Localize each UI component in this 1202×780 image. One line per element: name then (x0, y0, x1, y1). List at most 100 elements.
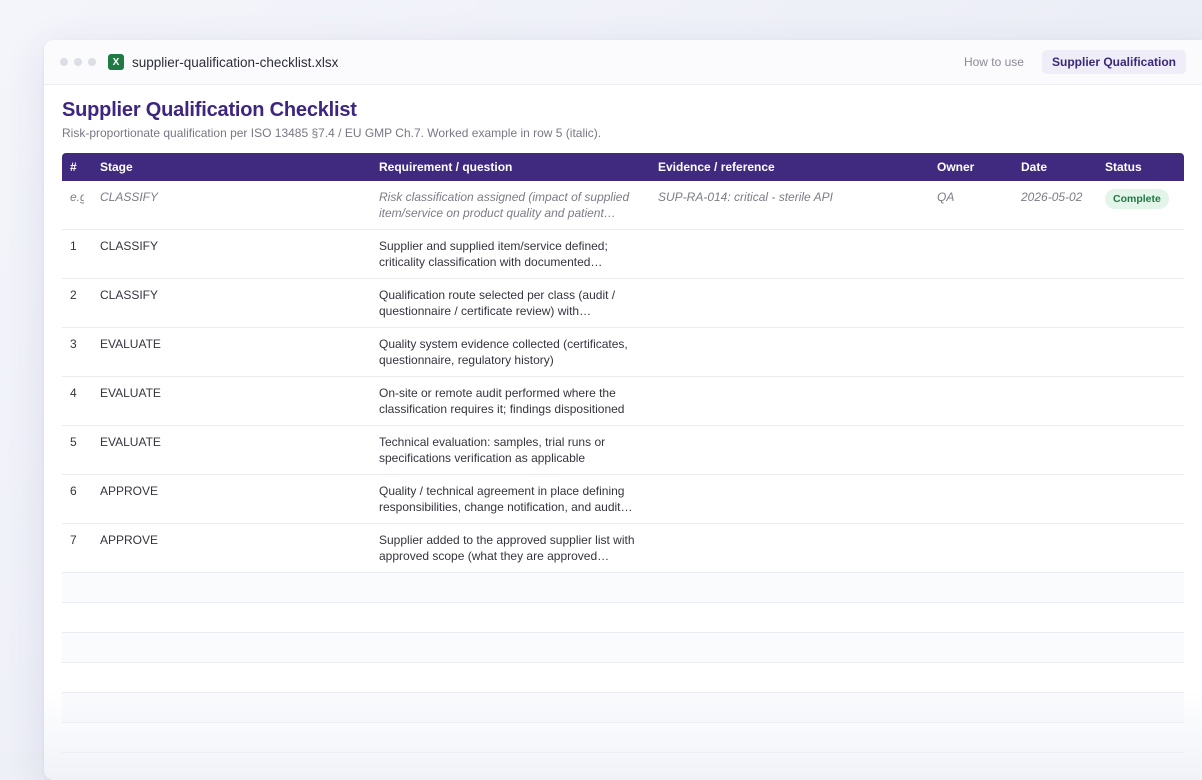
cell-stage[interactable]: APPROVE (92, 475, 371, 524)
close-dot-icon[interactable] (60, 58, 68, 66)
empty-row (62, 693, 1184, 723)
cell-number[interactable]: e.g. (62, 181, 92, 230)
cell-requirement[interactable]: Technical evaluation: samples, trial run… (371, 426, 650, 475)
empty-cell[interactable] (62, 603, 1184, 633)
cell-owner[interactable] (929, 426, 1013, 475)
sheet-title: Supplier Qualification Checklist (62, 99, 1196, 122)
empty-cell[interactable] (62, 633, 1184, 663)
cell-evidence[interactable] (650, 475, 929, 524)
column-header-status[interactable]: Status (1097, 153, 1184, 181)
cell-status[interactable] (1097, 475, 1184, 524)
cell-stage[interactable]: CLASSIFY (92, 279, 371, 328)
cell-owner[interactable] (929, 279, 1013, 328)
cell-owner[interactable] (929, 230, 1013, 279)
cell-owner[interactable] (929, 524, 1013, 573)
empty-row (62, 663, 1184, 693)
empty-cell[interactable] (62, 573, 1184, 603)
cell-requirement[interactable]: Quality / technical agreement in place d… (371, 475, 650, 524)
column-header-date[interactable]: Date (1013, 153, 1097, 181)
requirement-text: Supplier and supplied item/service defin… (379, 238, 642, 270)
cell-number[interactable]: 5 (62, 426, 92, 475)
example-requirement: Risk classification assigned (impact of … (379, 189, 642, 221)
title-bar: X supplier-qualification-checklist.xlsx … (44, 40, 1202, 85)
cell-evidence[interactable] (650, 279, 929, 328)
window-controls (60, 58, 96, 66)
cell-evidence[interactable] (650, 328, 929, 377)
cell-evidence[interactable] (650, 377, 929, 426)
cell-requirement[interactable]: Risk classification assigned (impact of … (371, 181, 650, 230)
cell-status[interactable] (1097, 328, 1184, 377)
minimize-dot-icon[interactable] (74, 58, 82, 66)
cell-requirement[interactable]: On-site or remote audit performed where … (371, 377, 650, 426)
maximize-dot-icon[interactable] (88, 58, 96, 66)
empty-row (62, 633, 1184, 663)
cell-owner[interactable] (929, 377, 1013, 426)
tab-how-to-use[interactable]: How to use (954, 50, 1034, 74)
status-badge: Complete (1105, 189, 1169, 209)
cell-number[interactable]: 1 (62, 230, 92, 279)
cell-owner[interactable] (929, 475, 1013, 524)
cell-requirement[interactable]: Qualification route selected per class (… (371, 279, 650, 328)
empty-row (62, 573, 1184, 603)
cell-evidence[interactable] (650, 230, 929, 279)
cell-status[interactable] (1097, 377, 1184, 426)
requirement-text: Supplier added to the approved supplier … (379, 532, 642, 564)
cell-requirement[interactable]: Supplier and supplied item/service defin… (371, 230, 650, 279)
cell-number[interactable]: 4 (62, 377, 92, 426)
table-row: 1 CLASSIFY Supplier and supplied item/se… (62, 230, 1184, 279)
cell-stage[interactable]: EVALUATE (92, 426, 371, 475)
cell-requirement[interactable]: Supplier added to the approved supplier … (371, 524, 650, 573)
empty-cell[interactable] (62, 663, 1184, 693)
cell-stage[interactable]: EVALUATE (92, 377, 371, 426)
sheet-tabs: How to use Supplier Qualification (954, 50, 1186, 74)
cell-date[interactable] (1013, 279, 1097, 328)
cell-evidence[interactable]: SUP-RA-014: critical - sterile API (650, 181, 929, 230)
cell-date[interactable] (1013, 328, 1097, 377)
cell-stage[interactable]: APPROVE (92, 524, 371, 573)
table-row: 7 APPROVE Supplier added to the approved… (62, 524, 1184, 573)
cell-date[interactable] (1013, 377, 1097, 426)
cell-number[interactable]: 3 (62, 328, 92, 377)
tab-supplier-qualification[interactable]: Supplier Qualification (1042, 50, 1186, 74)
example-number: e.g. (70, 189, 84, 205)
column-header-number[interactable]: # (62, 153, 92, 181)
empty-cell[interactable] (62, 723, 1184, 753)
column-header-evidence[interactable]: Evidence / reference (650, 153, 929, 181)
cell-status[interactable] (1097, 230, 1184, 279)
sheet-content: Supplier Qualification Checklist Risk-pr… (44, 85, 1202, 753)
example-row: e.g. CLASSIFY Risk classification assign… (62, 181, 1184, 230)
cell-date[interactable] (1013, 426, 1097, 475)
cell-owner[interactable] (929, 328, 1013, 377)
requirement-text: On-site or remote audit performed where … (379, 385, 642, 417)
cell-evidence[interactable] (650, 524, 929, 573)
checklist-table: # Stage Requirement / question Evidence … (62, 153, 1184, 753)
cell-number[interactable]: 7 (62, 524, 92, 573)
sheet-subtitle: Risk-proportionate qualification per ISO… (62, 126, 1196, 140)
cell-date[interactable] (1013, 475, 1097, 524)
cell-date[interactable] (1013, 230, 1097, 279)
cell-requirement[interactable]: Quality system evidence collected (certi… (371, 328, 650, 377)
column-header-requirement[interactable]: Requirement / question (371, 153, 650, 181)
column-header-owner[interactable]: Owner (929, 153, 1013, 181)
cell-stage[interactable]: EVALUATE (92, 328, 371, 377)
cell-owner[interactable]: QA (929, 181, 1013, 230)
cell-status[interactable] (1097, 524, 1184, 573)
cell-status[interactable]: Complete (1097, 181, 1184, 230)
cell-stage[interactable]: CLASSIFY (92, 230, 371, 279)
cell-status[interactable] (1097, 426, 1184, 475)
excel-file-icon: X (108, 54, 124, 70)
cell-number[interactable]: 6 (62, 475, 92, 524)
cell-number[interactable]: 2 (62, 279, 92, 328)
table-row: 4 EVALUATE On-site or remote audit perfo… (62, 377, 1184, 426)
cell-stage[interactable]: CLASSIFY (92, 181, 371, 230)
cell-date[interactable] (1013, 524, 1097, 573)
cell-status[interactable] (1097, 279, 1184, 328)
table-row: 5 EVALUATE Technical evaluation: samples… (62, 426, 1184, 475)
file-name: supplier-qualification-checklist.xlsx (132, 55, 338, 70)
column-header-stage[interactable]: Stage (92, 153, 371, 181)
cell-date[interactable]: 2026-05-02 (1013, 181, 1097, 230)
empty-cell[interactable] (62, 693, 1184, 723)
app-window: X supplier-qualification-checklist.xlsx … (44, 40, 1202, 780)
table-row: 3 EVALUATE Quality system evidence colle… (62, 328, 1184, 377)
cell-evidence[interactable] (650, 426, 929, 475)
